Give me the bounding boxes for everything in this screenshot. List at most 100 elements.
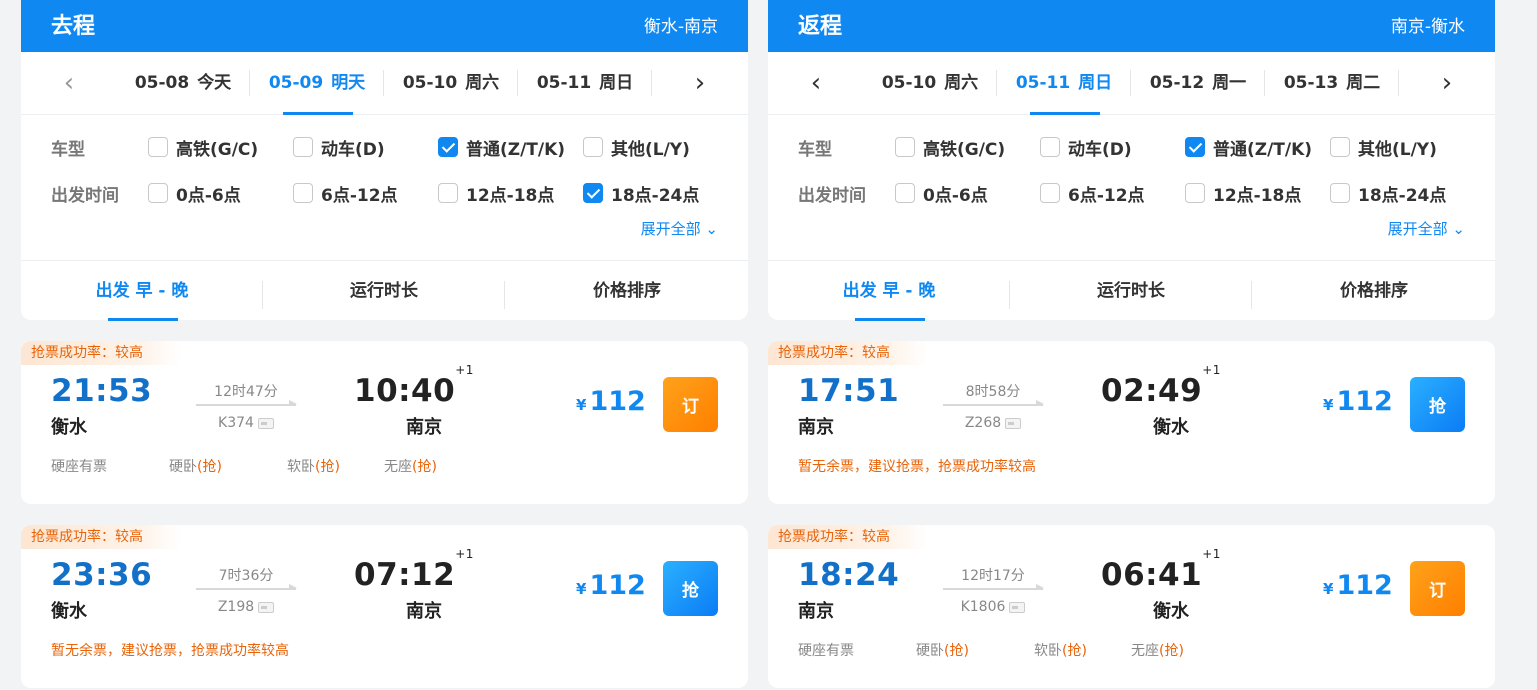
train-card[interactable]: 抢票成功率：较高 18:24 南京 12时17分 K1806 06:41+1 衡水 ¥112 订… [768,525,1495,688]
date-tab[interactable]: 05-11 周日 [997,52,1131,115]
seat-grab-link[interactable]: (抢) [944,643,969,659]
expand-all-link[interactable]: 展开全部 ⌄ [641,218,718,239]
checkbox-checked-icon[interactable] [1185,137,1205,157]
date-tab[interactable]: 05-10 周六 [863,52,997,115]
seat-grab-link[interactable]: (抢) [412,459,437,475]
train-number[interactable]: K1806 [943,599,1043,615]
chevron-left-icon[interactable]: ‹ [796,66,836,100]
chevron-down-icon: ⌄ [700,220,718,238]
date-tab[interactable]: 05-11 周日 [518,52,652,115]
departure-time-option[interactable]: 0点-6点 [895,178,988,208]
train-type-option[interactable]: 高铁(G/C) [148,132,258,162]
train-type-option[interactable]: 其他(L/Y) [583,132,690,162]
train-card[interactable]: 抢票成功率：较高 17:51 南京 8时58分 Z268 02:49+1 衡水 ¥112 抢暂无… [768,341,1495,504]
checkbox-icon[interactable] [148,183,168,203]
return-column: 返程 南京-衡水 ‹ 05-10 周六 05-11 周日 05-12 周一 05-13 周二 › 车型 高… [768,0,1495,690]
price: ¥112 [576,386,646,417]
checkbox-icon[interactable] [293,137,313,157]
seat-type[interactable]: 软卧(抢) [287,456,340,476]
train-number[interactable]: Z198 [196,599,296,615]
checkbox-icon[interactable] [1330,183,1350,203]
chevron-right-icon[interactable]: › [1427,66,1467,100]
train-card[interactable]: 抢票成功率：较高 23:36 衡水 7时36分 Z198 07:12+1 南京 ¥112 抢暂无… [21,525,748,688]
seat-type[interactable]: 软卧(抢) [1034,640,1087,660]
train-type-option[interactable]: 普通(Z/T/K) [438,132,565,162]
seat-name: 软卧 [1034,643,1062,659]
sort-tab[interactable]: 出发 早 - 晚 [768,261,1010,321]
checkbox-icon[interactable] [438,183,458,203]
checkbox-icon[interactable] [895,137,915,157]
departure-time: 18:24 [798,557,900,593]
duration: 12时17分 [961,568,1025,584]
departure-time-option[interactable]: 0点-6点 [148,178,241,208]
departure-time-option[interactable]: 6点-12点 [293,178,398,208]
departure-time-option[interactable]: 18点-24点 [583,178,699,208]
seat-type[interactable]: 无座(抢) [1131,640,1184,660]
checkbox-icon[interactable] [1185,183,1205,203]
date-tab[interactable]: 05-09 明天 [250,52,384,115]
checkbox-icon[interactable] [1040,137,1060,157]
train-type-option[interactable]: 动车(D) [1040,132,1132,162]
filter-panel: ‹ 05-10 周六 05-11 周日 05-12 周一 05-13 周二 › 车型 高铁(G/C) 动… [768,52,1495,321]
success-rate-badge: 抢票成功率：较高 [21,341,181,365]
date-tab[interactable]: 05-10 周六 [384,52,518,115]
expand-all-link[interactable]: 展开全部 ⌄ [1388,218,1465,239]
grab-ticket-button[interactable]: 抢 [663,561,718,616]
sort-tab[interactable]: 运行时长 [1010,261,1252,321]
date-tab[interactable]: 05-08 今天 [116,52,250,115]
grab-ticket-button[interactable]: 抢 [1410,377,1465,432]
train-number[interactable]: Z268 [943,415,1043,431]
date-tab-day: 周一 [1212,73,1247,93]
checkbox-icon[interactable] [583,137,603,157]
seat-grab-link[interactable]: (抢) [1159,643,1184,659]
sort-tab[interactable]: 运行时长 [263,261,505,321]
chevron-right-icon[interactable]: › [680,66,720,100]
arrival-time: 06:41+1 [1101,547,1221,593]
train-card[interactable]: 抢票成功率：较高 21:53 衡水 12时47分 K374 10:40+1 南京 ¥112 订硬… [21,341,748,504]
checkbox-icon[interactable] [148,137,168,157]
checkbox-icon[interactable] [895,183,915,203]
seat-type: 硬座有票 [798,640,854,660]
train-info-icon [258,601,275,613]
date-tab-day: 今天 [197,73,232,93]
seat-type[interactable]: 无座(抢) [384,456,437,476]
seat-grab-link[interactable]: (抢) [1062,643,1087,659]
train-type-option[interactable]: 普通(Z/T/K) [1185,132,1312,162]
sort-tab[interactable]: 价格排序 [506,261,748,321]
checkbox-icon[interactable] [1040,183,1060,203]
seat-grab-link[interactable]: (抢) [315,459,340,475]
seat-type[interactable]: 硬卧(抢) [916,640,969,660]
sort-tab[interactable]: 价格排序 [1253,261,1495,321]
active-underline [855,318,925,321]
date-tab-day: 周六 [944,73,979,93]
checkbox-checked-icon[interactable] [438,137,458,157]
departure-time-option[interactable]: 6点-12点 [1040,178,1145,208]
departure-time-option[interactable]: 12点-18点 [438,178,554,208]
seat-grab-link[interactable]: (抢) [197,459,222,475]
checkbox-icon[interactable] [1330,137,1350,157]
train-number[interactable]: K374 [196,415,296,431]
seat-type[interactable]: 硬卧(抢) [169,456,222,476]
seat-name: 硬卧 [169,459,197,475]
book-button[interactable]: 订 [663,377,718,432]
divider [651,70,652,96]
departure-time-option[interactable]: 12点-18点 [1185,178,1301,208]
trip-route: 南京-衡水 [1390,17,1465,37]
seat-type: 硬座有票 [51,456,107,476]
arrival-station: 衡水 [1153,417,1189,438]
sort-tab[interactable]: 出发 早 - 晚 [21,261,263,321]
train-type-option[interactable]: 动车(D) [293,132,385,162]
departure-time-option[interactable]: 18点-24点 [1330,178,1446,208]
arrival-time-value: 06:41 [1101,557,1203,593]
chevron-left-icon[interactable]: ‹ [49,66,89,100]
checkbox-icon[interactable] [293,183,313,203]
date-tab[interactable]: 05-13 周二 [1265,52,1399,115]
checkbox-checked-icon[interactable] [583,183,603,203]
book-button[interactable]: 订 [1410,561,1465,616]
option-label: 0点-6点 [923,185,988,206]
train-type-option[interactable]: 其他(L/Y) [1330,132,1437,162]
date-tab[interactable]: 05-12 周一 [1131,52,1265,115]
sort-tab-label: 出发 早 - 晚 [95,281,189,301]
train-type-option[interactable]: 高铁(G/C) [895,132,1005,162]
filter-label: 车型 [51,140,85,160]
